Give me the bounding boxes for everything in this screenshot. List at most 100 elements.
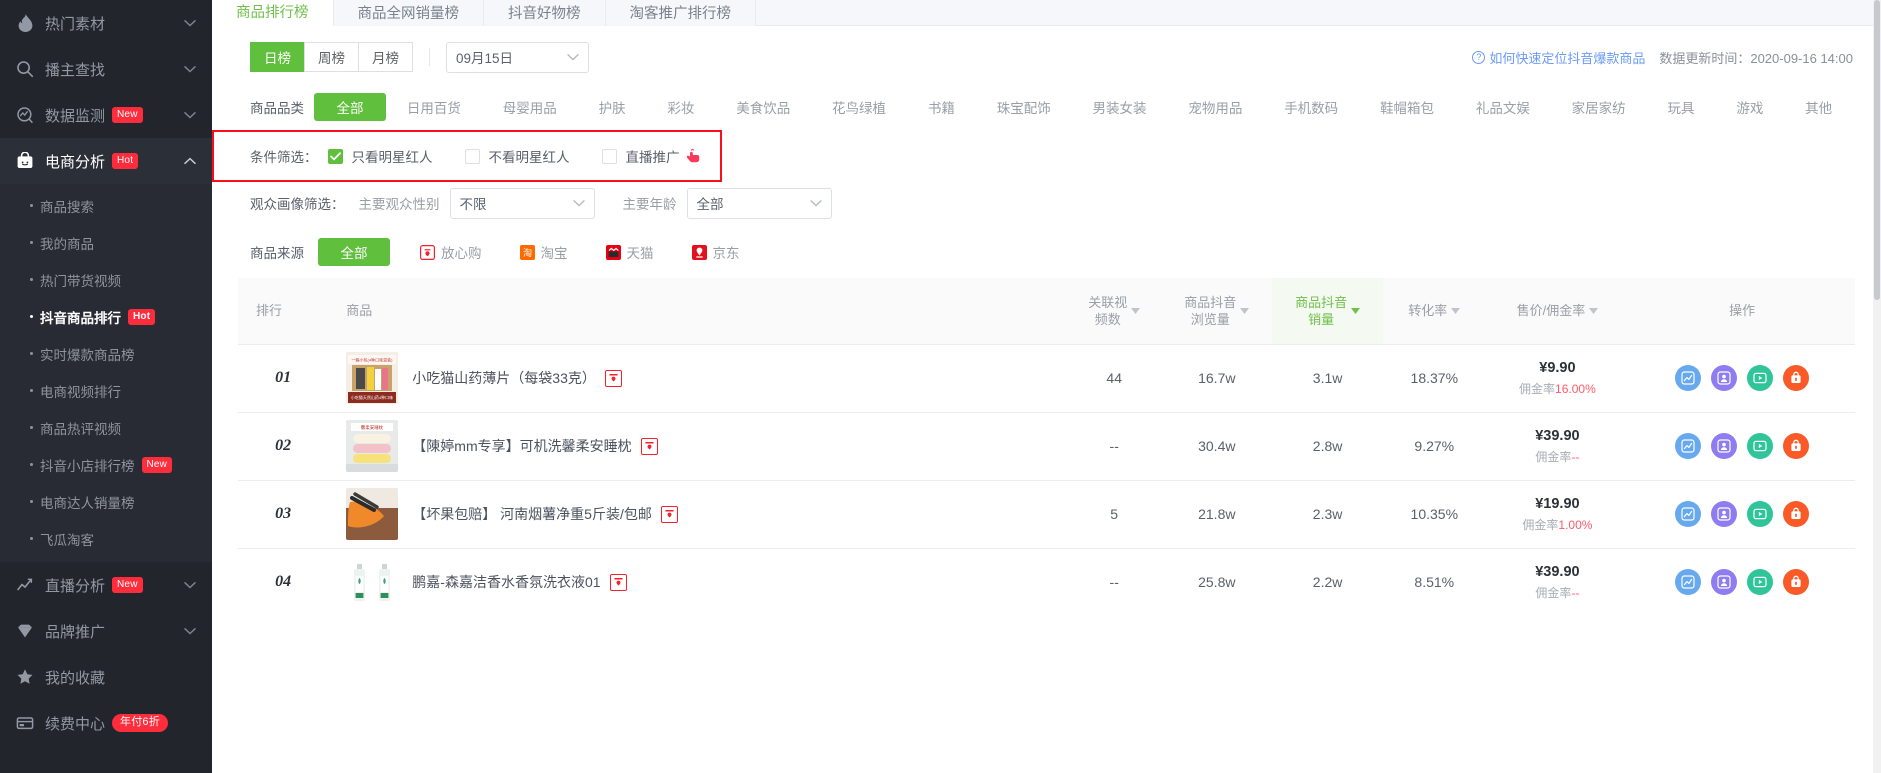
category-item-daily-goods[interactable]: 日用百货 <box>386 93 482 121</box>
sidebar-item-douyin-product-rank[interactable]: 抖音商品排行 Hot <box>0 298 212 335</box>
sort-arrow-icon[interactable] <box>1131 307 1141 314</box>
trend-chart-icon[interactable] <box>1675 501 1702 527</box>
category-item-plants[interactable]: 花鸟绿植 <box>811 93 907 121</box>
category-item-gifts[interactable]: 礼品文娱 <box>1455 93 1551 121</box>
product-thumbnail[interactable]: 馨柔安睡枕 <box>346 420 399 472</box>
sidebar-item-ecommerce-video-rank[interactable]: 电商视频排行 <box>0 372 212 409</box>
product-name[interactable]: 鹏嘉-森嘉洁香水香氛洗衣液01 <box>412 572 600 592</box>
page-scrollbar-thumb[interactable] <box>1874 0 1880 300</box>
sidebar-item-hot-material[interactable]: 热门素材 <box>0 0 212 46</box>
source-item-taobao[interactable]: 淘 淘宝 <box>519 242 568 262</box>
trend-chart-icon[interactable] <box>1675 569 1702 596</box>
source-item-tmall[interactable]: 天猫 <box>605 242 654 262</box>
video-play-icon[interactable] <box>1747 365 1774 391</box>
sidebar-item-brand-promotion[interactable]: 品牌推广 <box>0 608 212 654</box>
sidebar-item-feigua-taoke[interactable]: 飞瓜淘客 <box>0 520 212 557</box>
sidebar-item-author-search[interactable]: 播主查找 <box>0 46 212 92</box>
gender-select[interactable]: 不限 <box>449 187 595 219</box>
sidebar-item-product-search[interactable]: 商品搜索 <box>0 187 212 224</box>
tab-all-network-sales[interactable]: 商品全网销量榜 <box>333 0 484 26</box>
table-row[interactable]: 04 鹏嘉-森嘉洁香水香氛洗衣液01 -- 25.8w 2.2w 8.51% ¥… <box>238 547 1855 616</box>
column-header-sales[interactable]: 商品抖音 销量 <box>1272 278 1383 344</box>
table-row[interactable]: 02 馨柔安睡枕 【陳婷mm专享】可机洗馨柔安睡枕 -- 30.4w 2.8w … <box>238 411 1855 480</box>
cell-sales: 2.3w <box>1272 479 1383 548</box>
checkbox-only-celebrity[interactable] <box>327 148 343 164</box>
sidebar-item-renewal-center[interactable]: 续费中心 年付6折 <box>0 700 212 746</box>
column-header-views[interactable]: 商品抖音 浏览量 <box>1161 278 1273 344</box>
sidebar-item-ecommerce-analysis[interactable]: 电商分析 Hot <box>0 138 212 184</box>
checkbox-label-live-promotion[interactable]: 直播推广 <box>626 146 680 166</box>
category-item-others[interactable]: 其他 <box>1784 93 1853 121</box>
category-item-skincare[interactable]: 护肤 <box>578 93 647 121</box>
category-item-food-drink[interactable]: 美食饮品 <box>715 93 811 121</box>
help-link-hot-products[interactable]: ? 如何快速定位抖音爆款商品 <box>1472 48 1645 67</box>
video-play-icon[interactable] <box>1747 501 1774 527</box>
shop-icon[interactable] <box>1783 433 1810 459</box>
category-item-shoes-bags[interactable]: 鞋帽箱包 <box>1359 93 1455 121</box>
category-item-digital[interactable]: 手机数码 <box>1263 93 1359 121</box>
source-item-jd[interactable]: 京东 <box>691 242 740 262</box>
tab-taoke-promotion-rank[interactable]: 淘客推广排行榜 <box>605 0 756 26</box>
sidebar-item-douyin-shop-rank[interactable]: 抖音小店排行榜 New <box>0 446 212 483</box>
sidebar-item-my-favorites[interactable]: 我的收藏 <box>0 654 212 700</box>
category-item-books[interactable]: 书籍 <box>907 93 976 121</box>
rank-value: 03 <box>275 505 292 522</box>
product-name[interactable]: 【坏果包赔】 河南烟薯净重5斤装/包邮 <box>412 504 652 524</box>
checkbox-exclude-celebrity[interactable] <box>464 148 480 164</box>
video-play-icon[interactable] <box>1747 433 1774 459</box>
sidebar-item-influencer-sales-rank[interactable]: 电商达人销量榜 <box>0 483 212 520</box>
page-scrollbar-track[interactable] <box>1873 0 1881 773</box>
category-item-clothing[interactable]: 男装女装 <box>1072 93 1168 121</box>
sidebar-item-my-products[interactable]: 我的商品 <box>0 224 212 261</box>
product-thumbnail[interactable] <box>346 556 399 609</box>
period-month-button[interactable]: 月榜 <box>358 42 413 72</box>
period-day-button[interactable]: 日榜 <box>250 42 304 72</box>
sidebar-item-data-monitor[interactable]: 数据监测 New <box>0 92 212 138</box>
shop-icon[interactable] <box>1783 501 1810 527</box>
table-row[interactable]: 03 【坏果包赔】 河南烟薯净重5斤装/包邮 5 21.8w 2.3w 10.3… <box>238 479 1855 548</box>
category-item-home-textile[interactable]: 家居家纺 <box>1551 93 1647 121</box>
tab-product-ranking[interactable]: 商品排行榜 <box>212 0 334 26</box>
age-select[interactable]: 全部 <box>686 187 832 219</box>
tab-douyin-good-products[interactable]: 抖音好物榜 <box>484 0 606 26</box>
product-thumbnail[interactable]: 一箱小包(4种口味混装) 小吃猫天然山药4种口味 <box>346 352 399 404</box>
product-name[interactable]: 【陳婷mm专享】可机洗馨柔安睡枕 <box>412 436 631 456</box>
sort-arrow-icon[interactable] <box>1240 307 1250 314</box>
sidebar-item-product-review-videos[interactable]: 商品热评视频 <box>0 409 212 446</box>
category-item-toys[interactable]: 玩具 <box>1647 93 1716 121</box>
product-name[interactable]: 小吃猫山药薄片（每袋33克） <box>412 368 596 388</box>
sort-arrow-icon-active[interactable] <box>1351 307 1361 314</box>
period-week-button[interactable]: 周榜 <box>304 42 358 72</box>
category-item-makeup[interactable]: 彩妆 <box>646 93 715 121</box>
author-icon[interactable] <box>1711 569 1738 596</box>
sidebar-item-realtime-hot-products[interactable]: 实时爆款商品榜 <box>0 335 212 372</box>
source-item-fangxingou[interactable]: 放心购 <box>420 242 482 262</box>
trend-chart-icon[interactable] <box>1675 365 1702 391</box>
video-play-icon[interactable] <box>1747 569 1774 596</box>
column-header-video-count[interactable]: 关联视 频数 <box>1067 278 1162 344</box>
date-picker[interactable]: 09月15日 <box>446 41 589 73</box>
category-item-all[interactable]: 全部 <box>314 93 386 121</box>
sort-arrow-icon[interactable] <box>1451 307 1461 314</box>
checkbox-label-exclude-celebrity[interactable]: 不看明星红人 <box>489 146 570 166</box>
author-icon[interactable] <box>1711 433 1738 459</box>
product-thumbnail[interactable] <box>346 488 399 540</box>
table-row[interactable]: 01 一箱小包(4种口味混装) 小吃猫天然山药4种口味 小吃猫山药薄片（每袋33克… <box>238 343 1855 412</box>
checkbox-live-promotion[interactable] <box>601 148 617 164</box>
author-icon[interactable] <box>1711 501 1738 527</box>
shop-icon[interactable] <box>1783 365 1810 391</box>
trend-chart-icon[interactable] <box>1675 433 1702 459</box>
category-item-games[interactable]: 游戏 <box>1715 93 1784 121</box>
column-header-price-commission[interactable]: 售价/佣金率 <box>1485 278 1630 344</box>
column-header-conversion[interactable]: 转化率 <box>1382 278 1486 344</box>
sidebar-item-hot-sales-videos[interactable]: 热门带货视频 <box>0 261 212 298</box>
source-item-all[interactable]: 全部 <box>318 238 390 266</box>
checkbox-label-only-celebrity[interactable]: 只看明星红人 <box>352 146 433 166</box>
sidebar-item-live-analysis[interactable]: 直播分析 New <box>0 562 212 608</box>
shop-icon[interactable] <box>1783 569 1810 596</box>
category-item-maternal-baby[interactable]: 母婴用品 <box>482 93 578 121</box>
category-item-pet-supplies[interactable]: 宠物用品 <box>1167 93 1263 121</box>
author-icon[interactable] <box>1711 365 1738 391</box>
sort-arrow-icon[interactable] <box>1589 307 1599 314</box>
category-item-jewelry[interactable]: 珠宝配饰 <box>976 93 1072 121</box>
